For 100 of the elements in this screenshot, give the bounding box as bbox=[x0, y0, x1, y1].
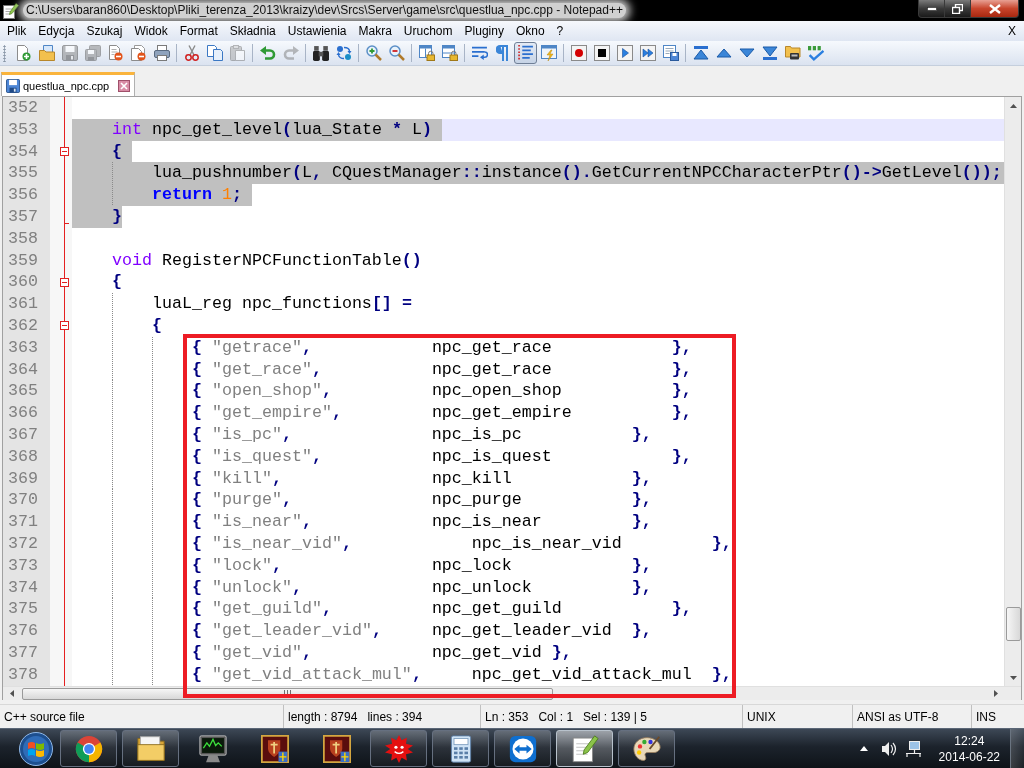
up-arrow-icon[interactable] bbox=[1009, 103, 1017, 108]
code-text: }, bbox=[631, 468, 652, 488]
line-number: 375 bbox=[8, 599, 38, 619]
menu-item[interactable]: Uruchom bbox=[397, 22, 459, 40]
network-icon[interactable] bbox=[904, 740, 921, 757]
close-icon[interactable] bbox=[118, 79, 131, 92]
grip-icon[interactable] bbox=[3, 44, 6, 62]
taskbar-button[interactable] bbox=[556, 730, 613, 767]
code-text: npc_is_pc bbox=[431, 424, 522, 444]
code-text: npc_get_leader_vid bbox=[431, 621, 612, 641]
folder-icon bbox=[136, 734, 165, 763]
code-text: npc_is_near bbox=[431, 512, 542, 532]
code-text: }, bbox=[631, 555, 652, 575]
triangle-up-icon[interactable] bbox=[859, 746, 868, 751]
notepad-icon bbox=[570, 734, 599, 763]
line-number: 356 bbox=[8, 185, 38, 205]
lines-label: lines : 394 bbox=[367, 709, 423, 724]
restore-button[interactable] bbox=[945, 0, 971, 18]
line-number: 367 bbox=[8, 424, 38, 444]
code-text: { "get_leader_vid", bbox=[191, 621, 382, 641]
taskbar-button[interactable] bbox=[494, 730, 551, 767]
menu-item[interactable]: Plik bbox=[1, 22, 33, 40]
code-text: npc_get_vid }, bbox=[431, 642, 572, 662]
taskbar-button[interactable] bbox=[122, 730, 179, 767]
line-number: 378 bbox=[8, 664, 38, 684]
palette-icon bbox=[632, 734, 661, 763]
selection-label: Sel : 139 | 5 bbox=[583, 709, 647, 724]
line-number: 370 bbox=[8, 490, 38, 510]
start-orb-icon[interactable] bbox=[19, 731, 53, 766]
line-number: 362 bbox=[8, 315, 38, 335]
menu-item[interactable]: Makra bbox=[352, 22, 398, 40]
code-text: }, bbox=[631, 512, 652, 532]
menu-item[interactable]: Składnia bbox=[223, 22, 282, 40]
right-arrow-icon[interactable] bbox=[993, 690, 998, 697]
code-text: }, bbox=[671, 381, 692, 401]
code-text: npc_get_race bbox=[431, 337, 552, 357]
code-text: } bbox=[112, 207, 122, 226]
code-text: return 1; bbox=[151, 185, 242, 205]
file-tab[interactable]: questlua_npc.cpp bbox=[1, 72, 136, 96]
notepad-icon bbox=[3, 2, 19, 19]
insert-mode-label: INS bbox=[976, 709, 996, 724]
code-text: npc_get_empire bbox=[431, 403, 572, 423]
down-arrow-icon[interactable] bbox=[1009, 675, 1017, 680]
fold-minus-icon[interactable] bbox=[60, 277, 69, 287]
code-text: }, bbox=[631, 577, 652, 597]
code-text: { bbox=[112, 272, 122, 292]
left-arrow-icon[interactable] bbox=[9, 690, 14, 697]
fold-minus-icon[interactable] bbox=[60, 147, 69, 156]
code-text: }, bbox=[711, 533, 732, 553]
code-text: { "lock", bbox=[191, 555, 282, 575]
code-text: { "is_quest", bbox=[191, 446, 322, 466]
line-number: 374 bbox=[8, 577, 38, 597]
code-text: { "kill", bbox=[191, 468, 282, 488]
line-number: 377 bbox=[8, 642, 38, 662]
speaker-icon[interactable] bbox=[880, 740, 897, 757]
column-label: Col : 1 bbox=[538, 709, 574, 724]
clock-date[interactable]: 2014-06-22 bbox=[938, 748, 1000, 765]
line-number: 361 bbox=[8, 294, 38, 314]
menu-item[interactable]: Format bbox=[173, 22, 224, 40]
menu-item[interactable]: Pluginy bbox=[458, 22, 510, 40]
taskbar-button[interactable] bbox=[432, 730, 489, 767]
code-text: npc_is_quest bbox=[431, 446, 552, 466]
code-text: { "purge", bbox=[191, 490, 292, 510]
taskbar-button[interactable] bbox=[618, 730, 675, 767]
window-title: C:\Users\baran860\Desktop\Pliki_terenza_2013\kraizy\dev\Srcs\Server\game\src\questlua_npc.cpp - Notepad++ bbox=[23, 3, 626, 18]
monitor-icon bbox=[198, 734, 227, 763]
sun-face-icon bbox=[384, 734, 413, 763]
code-editor[interactable] bbox=[3, 97, 1004, 686]
line-number: 355 bbox=[8, 163, 38, 183]
menu-item[interactable]: Widok bbox=[128, 22, 174, 40]
code-text: { bbox=[112, 141, 122, 161]
line-number: 354 bbox=[8, 141, 38, 161]
line-number: 365 bbox=[8, 381, 38, 401]
code-text: }, bbox=[711, 664, 732, 684]
close-document-button[interactable]: X bbox=[1002, 22, 1022, 40]
scroll-thumb[interactable] bbox=[1005, 607, 1021, 642]
menu-item[interactable]: ? bbox=[550, 22, 570, 40]
line-number: 376 bbox=[8, 621, 38, 641]
menu-item[interactable]: Szukaj bbox=[80, 22, 129, 40]
code-text: { "getrace", bbox=[191, 337, 312, 357]
code-text: { bbox=[151, 315, 162, 335]
fold-minus-icon[interactable] bbox=[60, 321, 69, 331]
line-number: 357 bbox=[8, 207, 38, 226]
file-type-label: C++ source file bbox=[4, 709, 85, 724]
code-text: npc_unlock bbox=[431, 577, 532, 597]
show-desktop-button[interactable] bbox=[1010, 729, 1024, 768]
code-text: }, bbox=[631, 424, 652, 444]
code-text: { "open_shop", bbox=[191, 381, 332, 401]
code-text: }, bbox=[631, 490, 652, 510]
minimize-button[interactable] bbox=[918, 0, 945, 18]
line-position-label: Ln : 353 bbox=[485, 709, 529, 724]
close-button[interactable] bbox=[971, 0, 1019, 18]
taskbar-button[interactable] bbox=[60, 730, 117, 767]
menu-item[interactable]: Edycja bbox=[32, 22, 81, 40]
circle-logo-icon bbox=[74, 734, 103, 763]
encoding-label: ANSI as UTF-8 bbox=[857, 709, 939, 724]
code-text: npc_open_shop bbox=[431, 381, 562, 401]
menu-item[interactable]: Ustawienia bbox=[281, 22, 353, 40]
menu-item[interactable]: Okno bbox=[509, 22, 551, 40]
clock-time[interactable]: 12:24 bbox=[954, 732, 985, 749]
